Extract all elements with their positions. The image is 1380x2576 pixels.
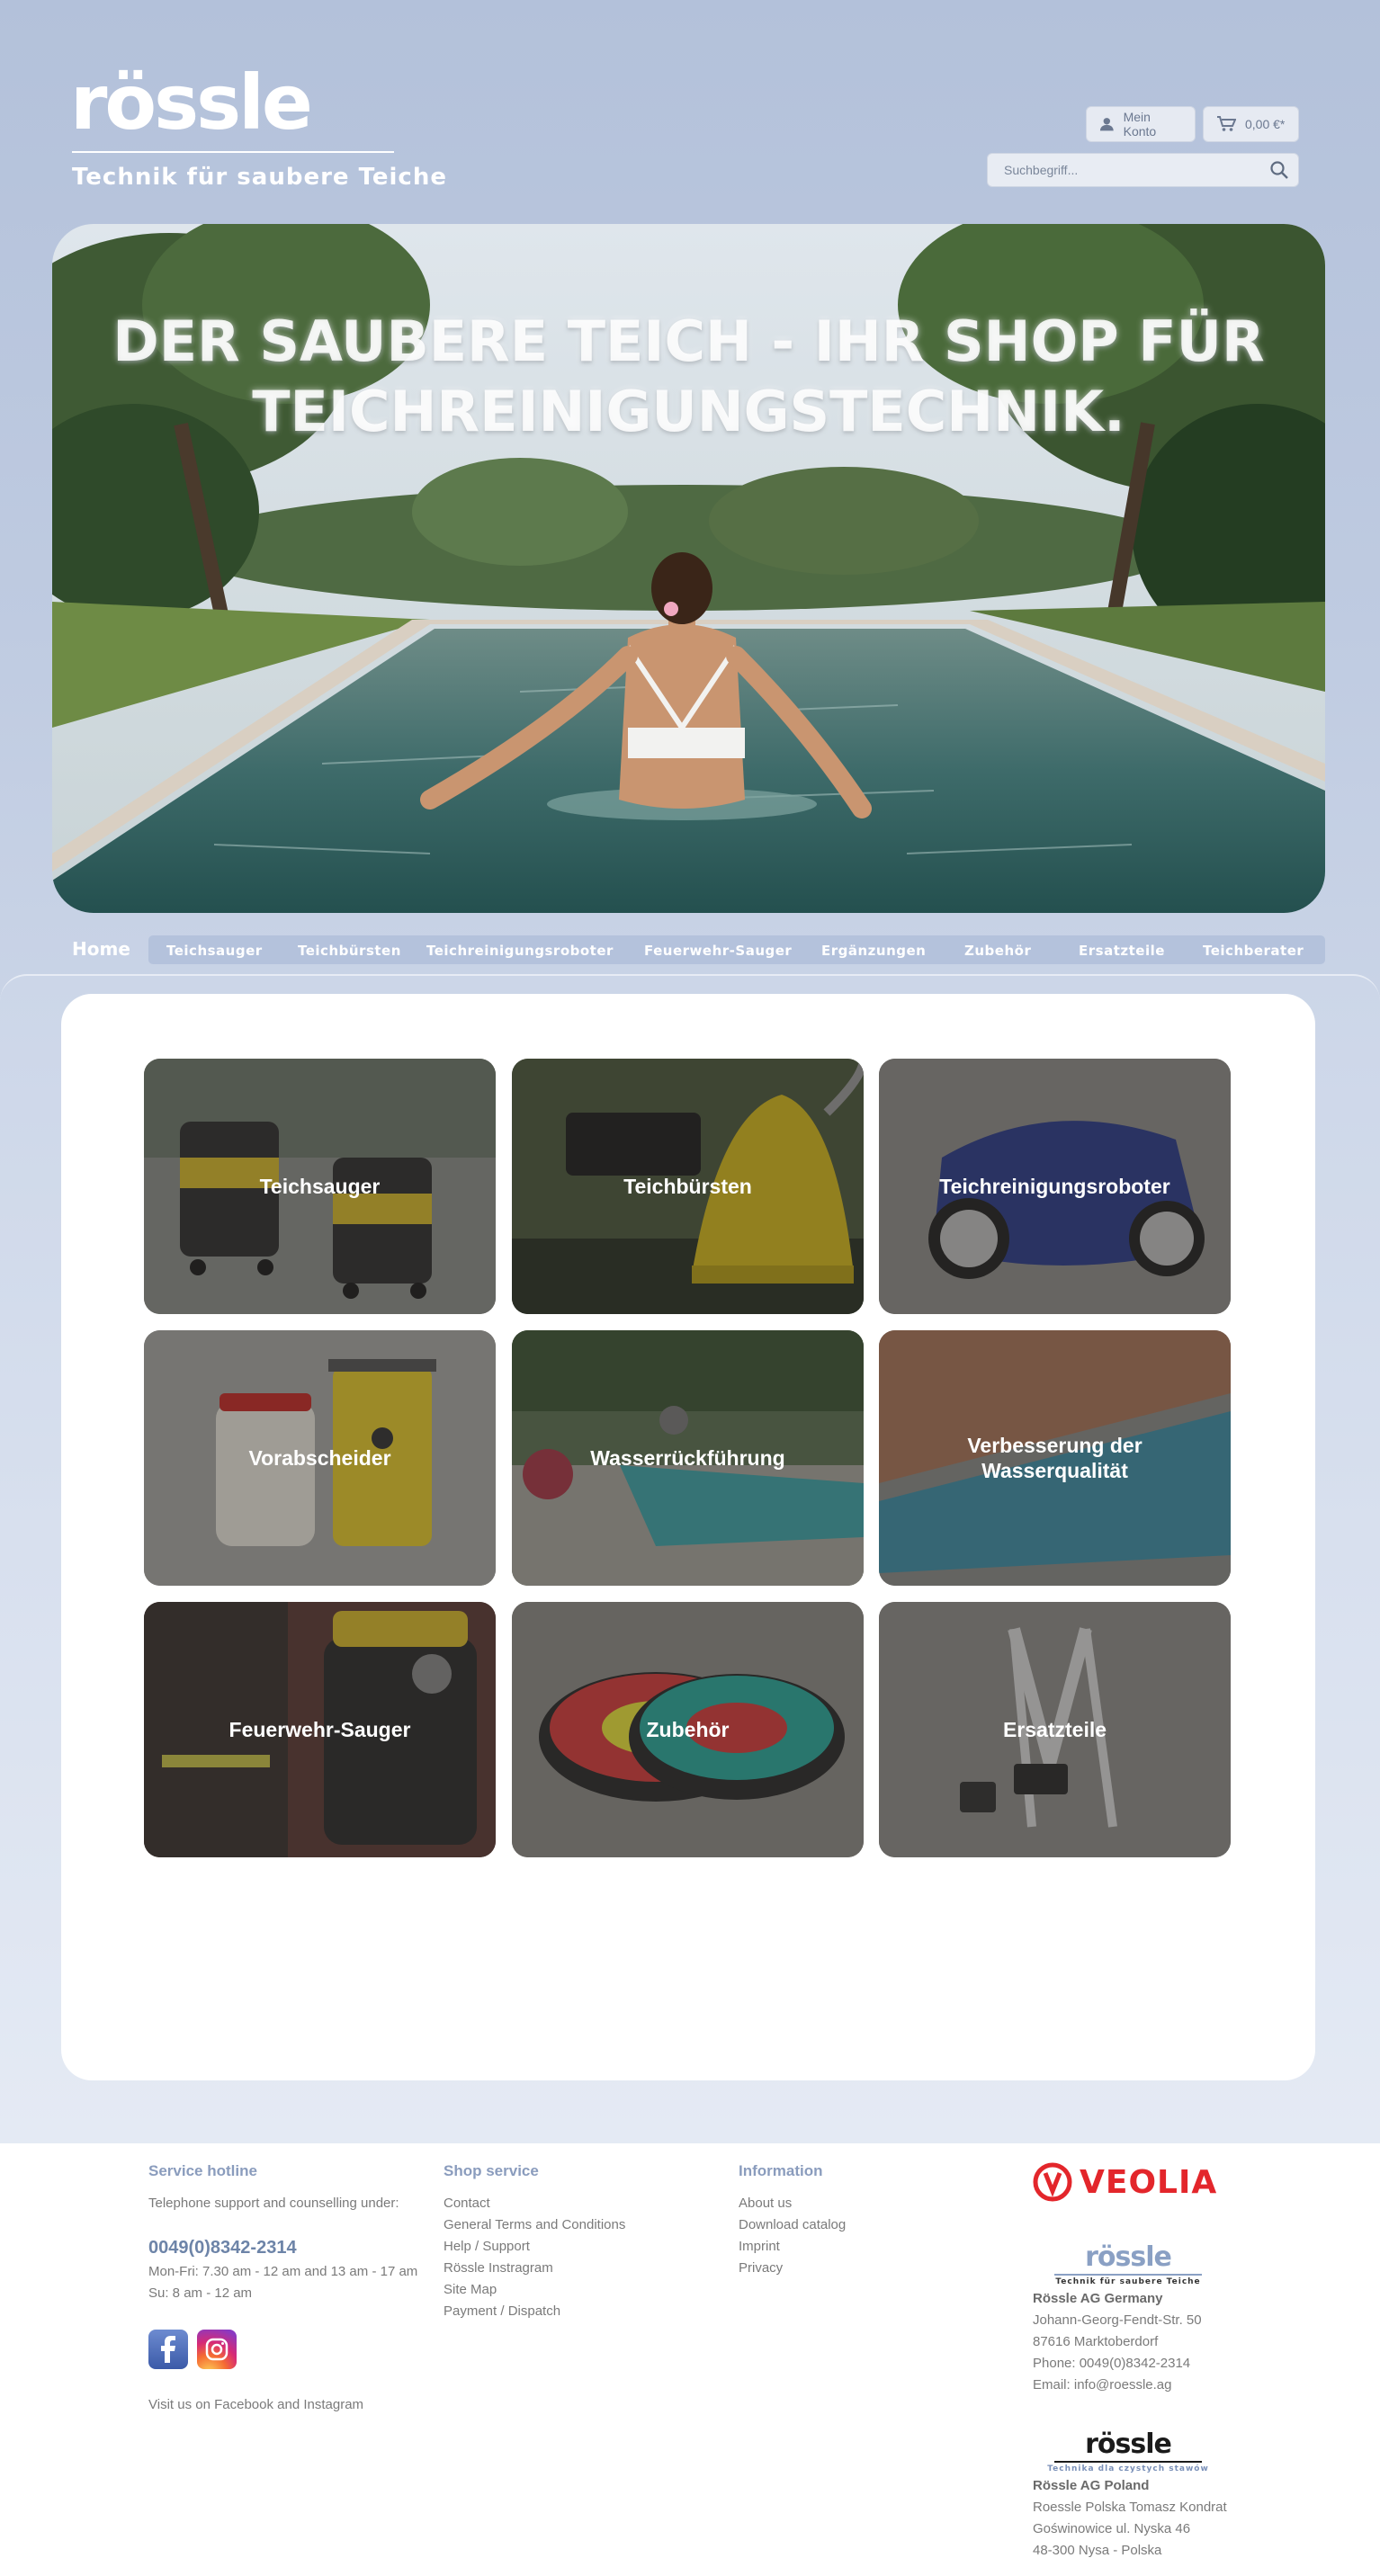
nav-item-teichbuersten[interactable]: Teichbürsten: [298, 943, 401, 959]
address-line: Goświnowice ul. Nyska 46: [1033, 2521, 1191, 2536]
hero-title: DER SAUBERE TEICH - IHR SHOP FÜR TEICHRE…: [112, 309, 1265, 444]
category-tile-vorabscheider[interactable]: Vorabscheider: [144, 1330, 496, 1586]
footer-heading: Shop service: [444, 2162, 539, 2179]
search-input[interactable]: [988, 154, 1249, 186]
category-tile-zubehoer[interactable]: Zubehör: [512, 1602, 864, 1857]
footer-heading: Information: [739, 2162, 823, 2179]
category-label: Verbesserung der Wasserqualität: [967, 1434, 1143, 1482]
social-links: [148, 2330, 418, 2369]
footer-service-hotline: Service hotline Telephone support and co…: [148, 2162, 418, 2416]
footer-link-sitemap[interactable]: Site Map: [444, 2279, 677, 2301]
logo-divider: [1054, 2461, 1202, 2463]
phone: Phone: 0049(0)8342-2314: [1033, 2356, 1191, 2371]
search-bar: [987, 153, 1299, 187]
hotline-intro: Telephone support and counselling under:: [148, 2196, 399, 2211]
footer-link-payment[interactable]: Payment / Dispatch: [444, 2301, 677, 2322]
category-label: Zubehör: [646, 1718, 730, 1741]
category-label: Vorabscheider: [248, 1446, 391, 1470]
roessle-germany-logo: rössle Technik für saubere Teiche: [1033, 2243, 1223, 2286]
category-label: Feuerwehr-Sauger: [229, 1718, 411, 1741]
user-icon: [1099, 118, 1114, 131]
category-label: Teichbürsten: [623, 1175, 752, 1198]
category-label: Ersatzteile: [1002, 1718, 1107, 1741]
nav-item-zubehoer[interactable]: Zubehör: [964, 943, 1031, 959]
nav-item-ersatzteile[interactable]: Ersatzteile: [1079, 943, 1165, 959]
cart-total: 0,00 €*: [1245, 117, 1286, 131]
footer-link-terms[interactable]: General Terms and Conditions: [444, 2214, 677, 2236]
footer-link-catalog[interactable]: Download catalog: [739, 2214, 936, 2236]
category-tile-wasserqualitaet[interactable]: Verbesserung der Wasserqualität: [879, 1330, 1231, 1586]
hotline-phone[interactable]: 0049(0)8342-2314: [148, 2234, 418, 2261]
category-label: Teichsauger: [259, 1175, 381, 1198]
nav-item-feuerwehr-sauger[interactable]: Feuerwehr-Sauger: [644, 943, 792, 959]
footer-link-imprint[interactable]: Imprint: [739, 2236, 936, 2258]
account-label: Mein Konto: [1123, 110, 1157, 139]
logo-tagline: Technik für saubere Teiche: [1055, 2277, 1201, 2286]
category-tile-wasserrueckfuehrung[interactable]: Wasserrückführung: [512, 1330, 864, 1586]
category-label: Wasserrückführung: [590, 1446, 785, 1470]
social-caption: Visit us on Facebook and Instagram: [148, 2397, 364, 2412]
instagram-icon[interactable]: [197, 2330, 237, 2369]
address-poland: Rössle AG Poland Roessle Polska Tomasz K…: [1033, 2475, 1227, 2562]
cart-icon: [1217, 116, 1236, 131]
email-link[interactable]: info@roessle.ag: [1074, 2377, 1172, 2393]
search-icon[interactable]: [1269, 160, 1289, 183]
hotline-hours-sunday: Su: 8 am - 12 am: [148, 2285, 253, 2301]
address-line: 48-300 Nysa - Polska: [1033, 2543, 1162, 2558]
logo-divider: [1054, 2274, 1202, 2276]
footer-link-privacy[interactable]: Privacy: [739, 2258, 936, 2279]
address-germany: Rössle AG Germany Johann-Georg-Fendt-Str…: [1033, 2288, 1202, 2396]
category-tile-teichreinigungsroboter[interactable]: Teichreinigungsroboter: [879, 1059, 1231, 1314]
hero-banner: DER SAUBERE TEICH - IHR SHOP FÜR TEICHRE…: [52, 224, 1325, 913]
category-tile-teichsauger[interactable]: Teichsauger: [144, 1059, 496, 1314]
veolia-logo[interactable]: VEOLIA: [1033, 2162, 1217, 2202]
logo-tagline: Technik für saubere Teiche: [72, 164, 447, 191]
hotline-hours-weekdays: Mon-Fri: 7.30 am - 12 am and 13 am - 17 …: [148, 2264, 418, 2279]
footer-link-help[interactable]: Help / Support: [444, 2236, 677, 2258]
logo-wordmark: rössle: [1085, 2428, 1172, 2460]
facebook-icon[interactable]: [148, 2330, 188, 2369]
address-line: Roessle Polska Tomasz Kondrat: [1033, 2500, 1227, 2515]
category-tile-feuerwehr-sauger[interactable]: Feuerwehr-Sauger: [144, 1602, 496, 1857]
category-tile-teichbuersten[interactable]: Teichbürsten: [512, 1059, 864, 1314]
city: 87616 Marktoberdorf: [1033, 2334, 1159, 2349]
company-name: Rössle AG Poland: [1033, 2478, 1150, 2493]
nav-item-ergaenzungen[interactable]: Ergänzungen: [821, 943, 926, 959]
footer-link-contact[interactable]: Contact: [444, 2193, 677, 2214]
account-button[interactable]: Mein Konto: [1086, 106, 1196, 142]
footer-link-about[interactable]: About us: [739, 2193, 936, 2214]
logo-tagline: Technika dla czystych stawów: [1047, 2464, 1209, 2473]
footer-information: Information About us Download catalog Im…: [739, 2162, 936, 2279]
footer-shop-service: Shop service Contact General Terms and C…: [444, 2162, 677, 2322]
veolia-wordmark: VEOLIA: [1080, 2163, 1218, 2201]
logo-wordmark: rössle: [70, 58, 313, 147]
nav-item-teichreinigungsroboter[interactable]: Teichreinigungsroboter: [426, 943, 614, 959]
veolia-mark-icon: [1033, 2162, 1072, 2202]
logo-wordmark: rössle: [1085, 2241, 1172, 2273]
email-line: Email: info@roessle.ag: [1033, 2375, 1202, 2396]
footer-heading: Service hotline: [148, 2162, 257, 2179]
cart-button[interactable]: 0,00 €*: [1203, 106, 1299, 142]
nav-item-teichberater[interactable]: Teichberater: [1203, 943, 1304, 959]
category-tile-ersatzteile[interactable]: Ersatzteile: [879, 1602, 1231, 1857]
email-label: Email:: [1033, 2377, 1071, 2393]
company-name: Rössle AG Germany: [1033, 2291, 1163, 2306]
category-label: Teichreinigungsroboter: [939, 1175, 1170, 1198]
street: Johann-Georg-Fendt-Str. 50: [1033, 2312, 1202, 2328]
footer-link-instagram[interactable]: Rössle Instragram: [444, 2258, 677, 2279]
nav-item-home[interactable]: Home: [72, 938, 130, 960]
roessle-poland-logo: rössle Technika dla czystych stawów: [1033, 2428, 1223, 2474]
nav-item-teichsauger[interactable]: Teichsauger: [166, 943, 263, 959]
logo-divider: [72, 151, 394, 153]
